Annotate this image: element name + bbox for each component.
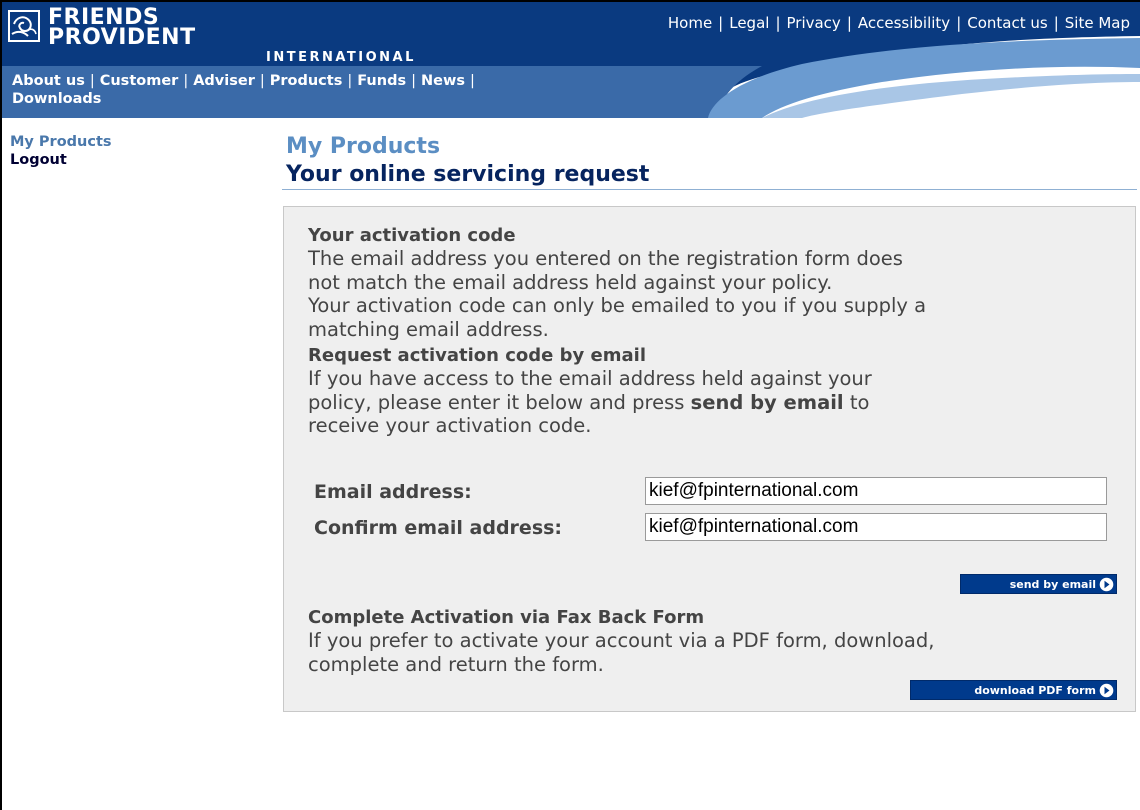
page-title: Your online servicing request — [286, 162, 650, 187]
activation-code-heading: Your activation code — [308, 225, 516, 246]
arrow-right-circle-icon — [1099, 683, 1114, 697]
nav-link-legal[interactable]: Legal — [729, 14, 769, 32]
nav-link-home[interactable]: Home — [668, 14, 712, 32]
nav-separator: | — [183, 73, 189, 89]
title-divider — [282, 189, 1137, 190]
request-by-email-heading: Request activation code by email — [308, 345, 646, 366]
main-nav-products[interactable]: Products — [270, 73, 343, 89]
main-nav: About us | Customer | Adviser | Products | Funds… — [12, 72, 732, 108]
confirm-email-label: Confirm email address: — [314, 517, 563, 539]
request-by-email-text: If you have access to the email address … — [308, 367, 1138, 438]
activation-text-line: Your activation code can only be emailed… — [308, 294, 927, 317]
request-text-bold: send by email — [690, 390, 844, 414]
nav-separator: | — [956, 14, 962, 32]
nav-link-accessibility[interactable]: Accessibility — [858, 14, 950, 32]
confirm-email-input[interactable] — [645, 513, 1107, 541]
left-nav-my-products[interactable]: My Products — [10, 133, 112, 151]
activation-text-line: matching email address. — [308, 317, 549, 341]
request-text-part: to — [843, 390, 870, 414]
nav-separator: | — [469, 73, 475, 89]
main-nav-about-us[interactable]: About us — [12, 73, 85, 89]
arrow-right-circle-icon — [1099, 577, 1114, 591]
nav-separator: | — [718, 14, 724, 32]
request-text-line: receive your activation code. — [308, 414, 592, 437]
activation-text-line: not match the email address held against… — [308, 270, 833, 294]
utility-nav: Home | Legal | Privacy | Accessibility | Contact… — [668, 14, 1130, 32]
servicing-request-panel: Your activation code The email address y… — [283, 206, 1136, 712]
nav-separator: | — [259, 73, 265, 89]
nav-link-contact-us[interactable]: Contact us — [967, 14, 1047, 32]
main-nav-funds[interactable]: Funds — [357, 73, 406, 89]
request-text-line: policy, please enter it below and press … — [308, 391, 1138, 415]
nav-link-site-map[interactable]: Site Map — [1065, 14, 1130, 32]
friends-provident-logo[interactable]: FRIENDS PROVIDENT INTERNATIONAL — [8, 7, 413, 65]
download-pdf-form-button[interactable]: download PDF form — [910, 680, 1117, 700]
page-section-title: My Products — [286, 134, 441, 159]
activation-code-text: The email address you entered on the reg… — [308, 247, 1138, 341]
logo-line-provident: PROVIDENT — [48, 25, 196, 50]
fax-back-text: If you prefer to activate your account v… — [308, 629, 1138, 676]
email-address-input[interactable] — [645, 477, 1107, 505]
download-pdf-form-label: download PDF form — [974, 683, 1096, 697]
fax-text-line: If you prefer to activate your account v… — [308, 629, 935, 652]
nav-separator: | — [846, 14, 852, 32]
nav-separator: | — [775, 14, 781, 32]
nav-link-privacy[interactable]: Privacy — [787, 14, 841, 32]
request-text-part: policy, please enter it below and press — [308, 390, 691, 414]
nav-separator: | — [1053, 14, 1059, 32]
main-nav-adviser[interactable]: Adviser — [193, 73, 255, 89]
email-address-label: Email address: — [314, 481, 472, 503]
nav-separator: | — [89, 73, 95, 89]
site-header: FRIENDS PROVIDENT INTERNATIONAL Home | Leg… — [2, 2, 1140, 118]
send-by-email-button[interactable]: send by email — [960, 574, 1117, 594]
main-nav-customer[interactable]: Customer — [100, 73, 179, 89]
rose-logo-icon — [8, 10, 40, 42]
main-nav-news[interactable]: News — [421, 73, 465, 89]
logo-international: INTERNATIONAL — [266, 50, 416, 65]
nav-separator: | — [347, 73, 353, 89]
main-nav-downloads[interactable]: Downloads — [12, 91, 101, 107]
activation-text-line: The email address you entered on the reg… — [308, 247, 903, 270]
fax-back-heading: Complete Activation via Fax Back Form — [308, 607, 705, 628]
left-nav-logout[interactable]: Logout — [10, 151, 112, 169]
request-text-line: If you have access to the email address … — [308, 367, 872, 390]
fax-text-line: complete and return the form. — [308, 652, 604, 676]
left-nav: My Products Logout — [10, 133, 112, 169]
nav-separator: | — [411, 73, 416, 89]
send-by-email-label: send by email — [1009, 577, 1096, 591]
